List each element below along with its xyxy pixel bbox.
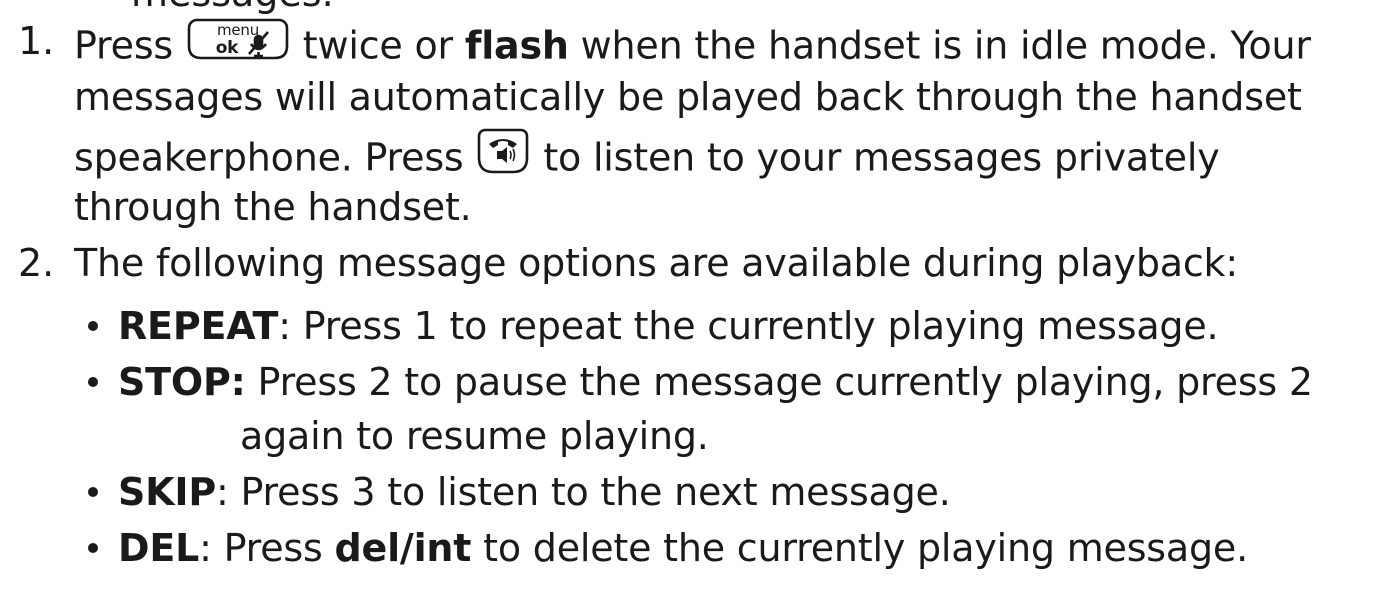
- menu-key-top-label: menu: [217, 21, 259, 39]
- option-separator: :: [278, 304, 303, 348]
- menu-key-bottom-label: ok: [216, 38, 239, 58]
- option-skip: SKIP: Press 3 to listen to the next mess…: [118, 469, 951, 515]
- option-text: to delete the currently playing message.: [483, 526, 1248, 570]
- step-2-number: 2.: [18, 241, 55, 285]
- option-label: SKIP: [118, 470, 217, 514]
- menu-ok-mute-key-icon: menu ok: [185, 14, 291, 74]
- clipped-text: messages.: [131, 0, 334, 15]
- option-text: Press 1 to repeat the currently playing …: [302, 304, 1219, 348]
- bullet-point: [88, 487, 98, 497]
- step-1-line-1: Press menu ok twice or flash when the ha…: [74, 18, 1311, 78]
- option-label: REPEAT: [118, 304, 279, 348]
- option-del: DEL: Press del/int to delete the current…: [118, 525, 1248, 571]
- option-separator: [246, 360, 258, 404]
- bullet-point: [88, 321, 98, 331]
- del-int-key-label: del/int: [334, 526, 472, 570]
- step-1-number: 1.: [18, 19, 55, 63]
- option-text: Press 2 to pause the message currently p…: [257, 360, 1314, 404]
- step-1-text: when the handset is in idle mode. Your: [580, 23, 1311, 68]
- option-label: DEL: [118, 526, 200, 570]
- step-1-text: twice or: [302, 23, 453, 68]
- step-1-line-3: speakerphone. Press to listen to your me…: [74, 128, 1220, 190]
- option-separator: :: [199, 526, 224, 570]
- option-stop-continuation: again to resume playing.: [240, 414, 709, 458]
- step-1-line-4: through the handset.: [74, 185, 472, 229]
- step-1-text: to listen to your messages privately: [543, 135, 1220, 180]
- bullet-point: [88, 543, 98, 553]
- step-1-text: Press: [74, 23, 174, 68]
- flash-key-label: flash: [464, 23, 569, 68]
- step-2-line: The following message options are availa…: [74, 241, 1238, 285]
- option-text: Press 3 to listen to the next message.: [240, 470, 951, 514]
- option-repeat: REPEAT: Press 1 to repeat the currently …: [118, 303, 1219, 349]
- option-separator: :: [216, 470, 241, 514]
- option-stop: STOP: Press 2 to pause the message curre…: [118, 359, 1313, 405]
- speakerphone-key-icon: [475, 126, 531, 186]
- option-label: STOP:: [118, 360, 246, 404]
- bullet-point: [88, 377, 98, 387]
- step-1-text: speakerphone. Press: [74, 135, 464, 180]
- step-1-line-2: messages will automatically be played ba…: [74, 75, 1302, 119]
- manual-page: messages. 1. Press menu ok twice or flas…: [0, 0, 1388, 594]
- option-text: Press: [223, 526, 323, 570]
